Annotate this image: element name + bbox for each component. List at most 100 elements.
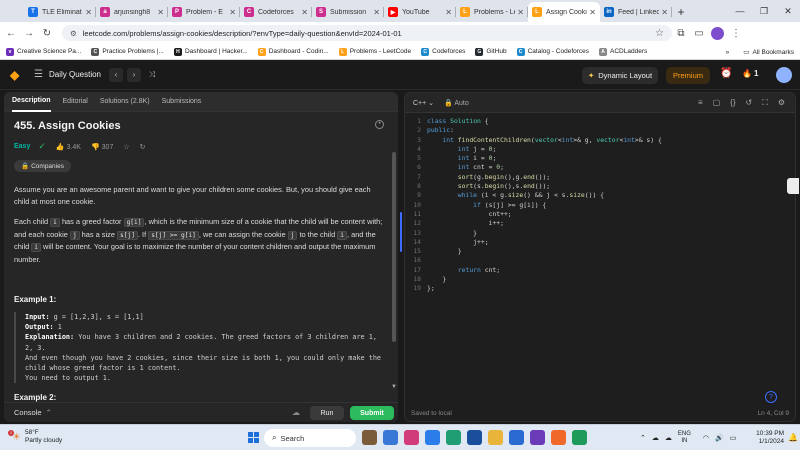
reset-icon[interactable]: ↺ — [746, 98, 753, 108]
bookmark-star-icon[interactable]: ☆ — [655, 28, 664, 39]
close-tab-icon[interactable]: ✕ — [229, 8, 236, 17]
dislike-button[interactable]: 👎 307 — [91, 143, 113, 151]
tab-editorial[interactable]: Editorial — [63, 92, 88, 112]
bookmark-item[interactable]: L Problems - LeetCode — [338, 47, 411, 56]
chrome-menu-icon[interactable]: ⋮ — [727, 28, 745, 39]
browser-tab[interactable]: S Submission ✕ — [312, 2, 384, 22]
forward-icon[interactable]: → — [22, 28, 36, 39]
task-view-icon[interactable] — [383, 430, 398, 445]
browser-tab[interactable]: L Assign Cooki ✕ — [528, 2, 600, 22]
scroll-down-icon[interactable]: ▼ — [391, 384, 397, 390]
bookmark-item[interactable]: H Dashboard | Hacker... — [173, 47, 248, 56]
console-toggle[interactable]: Console ⌃ — [14, 408, 52, 417]
close-tab-icon[interactable]: ✕ — [85, 8, 92, 17]
next-problem-icon[interactable]: › — [127, 67, 141, 82]
onedrive-icon[interactable]: ☁ — [665, 434, 672, 442]
shuffle-icon[interactable]: ⤨ — [145, 68, 159, 82]
browser-tab[interactable]: a arjunsingh8 ✕ — [96, 2, 168, 22]
browser-tab[interactable]: L Problems - Le ✕ — [456, 2, 528, 22]
bookmark-item[interactable]: C Dashboard - Codin... — [257, 47, 329, 56]
close-tab-icon[interactable]: ✕ — [661, 8, 668, 17]
browser-tab[interactable]: C Codeforces ✕ — [240, 2, 312, 22]
store-app-icon[interactable] — [446, 430, 461, 445]
autocomplete-toggle[interactable]: 🔒 Auto — [444, 99, 469, 107]
taskbar-clock[interactable]: 10:39 PM 1/1/2024 — [744, 430, 784, 446]
sublime-app-icon[interactable] — [551, 430, 566, 445]
language-indicator[interactable]: ENG IN — [678, 431, 697, 445]
app-icon[interactable] — [530, 430, 545, 445]
bookmark-item[interactable]: C Codeforces — [421, 47, 465, 56]
bookmarks-overflow[interactable]: » — [726, 49, 730, 56]
favorite-star-icon[interactable]: ☆ — [123, 143, 129, 151]
close-window-icon[interactable]: ✕ — [776, 0, 800, 22]
notification-bell-icon[interactable]: 🔔 — [788, 433, 798, 442]
minimize-icon[interactable]: — — [728, 0, 752, 22]
close-tab-icon[interactable]: ✕ — [589, 8, 596, 17]
browser-tab[interactable]: ▶ YouTube ✕ — [384, 2, 456, 22]
volume-icon[interactable]: 🔊 — [715, 434, 724, 442]
problem-list-icon[interactable]: ☰ — [34, 69, 43, 80]
reload-icon[interactable]: ↻ — [40, 28, 54, 39]
browser-tab[interactable]: P Problem - E ✕ — [168, 2, 240, 22]
close-tab-icon[interactable]: ✕ — [517, 8, 524, 17]
bookmark-icon[interactable]: ▢ — [713, 98, 721, 108]
bookmark-item[interactable]: C Practice Problems |... — [91, 47, 164, 56]
bookmark-item[interactable]: A ACDLadders — [599, 47, 647, 56]
wifi-icon[interactable]: ◠ — [703, 434, 709, 442]
run-button[interactable]: Run — [310, 406, 344, 420]
tray-overflow-icon[interactable]: ⌃ — [640, 434, 646, 442]
dynamic-layout-button[interactable]: ✦ Dynamic Layout — [582, 67, 658, 84]
vscode-app-icon[interactable] — [509, 430, 524, 445]
split-view-icon[interactable]: ▭ — [690, 28, 708, 39]
taskbar-search[interactable]: ⌕ Search — [264, 429, 356, 447]
more-options-icon[interactable]: • — [375, 120, 384, 129]
user-avatar[interactable] — [776, 67, 792, 83]
mail-app-icon[interactable] — [467, 430, 482, 445]
description-scrollbar[interactable] — [392, 152, 396, 342]
like-button[interactable]: 👍 3.4K — [56, 143, 81, 151]
bookmark-item[interactable]: v Creative Science Pa... — [6, 47, 81, 56]
streak-counter[interactable]: 🔥 1 — [742, 69, 758, 78]
all-bookmarks-link[interactable]: All Bookmarks — [752, 49, 794, 56]
premium-button[interactable]: Premium — [666, 67, 710, 84]
weather-widget[interactable]: ☀ 1 58°F Partly cloudy — [8, 429, 62, 445]
cloud-icon[interactable]: ☁ — [652, 434, 659, 442]
edge-app-icon[interactable] — [425, 430, 440, 445]
widgets-app-icon[interactable] — [362, 430, 377, 445]
profile-avatar[interactable] — [711, 26, 724, 40]
maximize-icon[interactable]: ❐ — [752, 0, 776, 22]
companies-tag[interactable]: 🔒 Companies — [14, 160, 71, 172]
code-area[interactable]: 1 class Solution { 2 public: 3 int findCon… — [405, 117, 795, 294]
tab-description[interactable]: Description — [12, 92, 51, 112]
site-info-icon[interactable]: ⚙ — [70, 29, 77, 38]
close-tab-icon[interactable]: ✕ — [373, 8, 380, 17]
alarm-icon[interactable]: ⏰ — [720, 68, 732, 79]
back-icon[interactable]: ← — [4, 28, 18, 39]
leetcode-logo-icon[interactable]: ◆ — [10, 68, 24, 82]
upload-cloud-icon[interactable]: ☁ — [292, 408, 300, 417]
windows-start-icon[interactable] — [248, 432, 259, 443]
share-icon[interactable]: ↻ — [140, 143, 146, 151]
bookmark-item[interactable]: C Catalog - Codeforces — [516, 47, 589, 56]
close-tab-icon[interactable]: ✕ — [157, 8, 164, 17]
browser-tab[interactable]: in Feed | Linked ✕ — [600, 2, 672, 22]
url-bar[interactable]: ⚙ leetcode.com/problems/assign-cookies/d… — [62, 25, 672, 41]
bookmark-item[interactable]: G GitHub — [475, 47, 507, 56]
extensions-icon[interactable]: ⧉ — [672, 28, 690, 39]
teams-app-icon[interactable] — [404, 430, 419, 445]
language-select[interactable]: C++ ⌄ — [413, 99, 434, 107]
new-tab-button[interactable]: + — [672, 2, 690, 22]
tab-submissions[interactable]: Submissions — [162, 92, 202, 112]
battery-icon[interactable]: ▭ — [730, 434, 737, 442]
help-chat-icon[interactable]: ? — [765, 391, 777, 403]
close-tab-icon[interactable]: ✕ — [301, 8, 308, 17]
submit-button[interactable]: Submit — [350, 406, 394, 420]
tab-solutions[interactable]: Solutions (2.8K) — [100, 92, 150, 112]
daily-question-link[interactable]: Daily Question — [49, 70, 101, 79]
close-tab-icon[interactable]: ✕ — [445, 8, 452, 17]
chrome-app-icon[interactable] — [572, 430, 587, 445]
fullscreen-icon[interactable]: ⛶ — [762, 98, 768, 108]
notes-icon[interactable]: ≡ — [698, 98, 703, 108]
settings-gear-icon[interactable]: ⚙ — [778, 98, 785, 108]
prev-problem-icon[interactable]: ‹ — [109, 67, 123, 82]
